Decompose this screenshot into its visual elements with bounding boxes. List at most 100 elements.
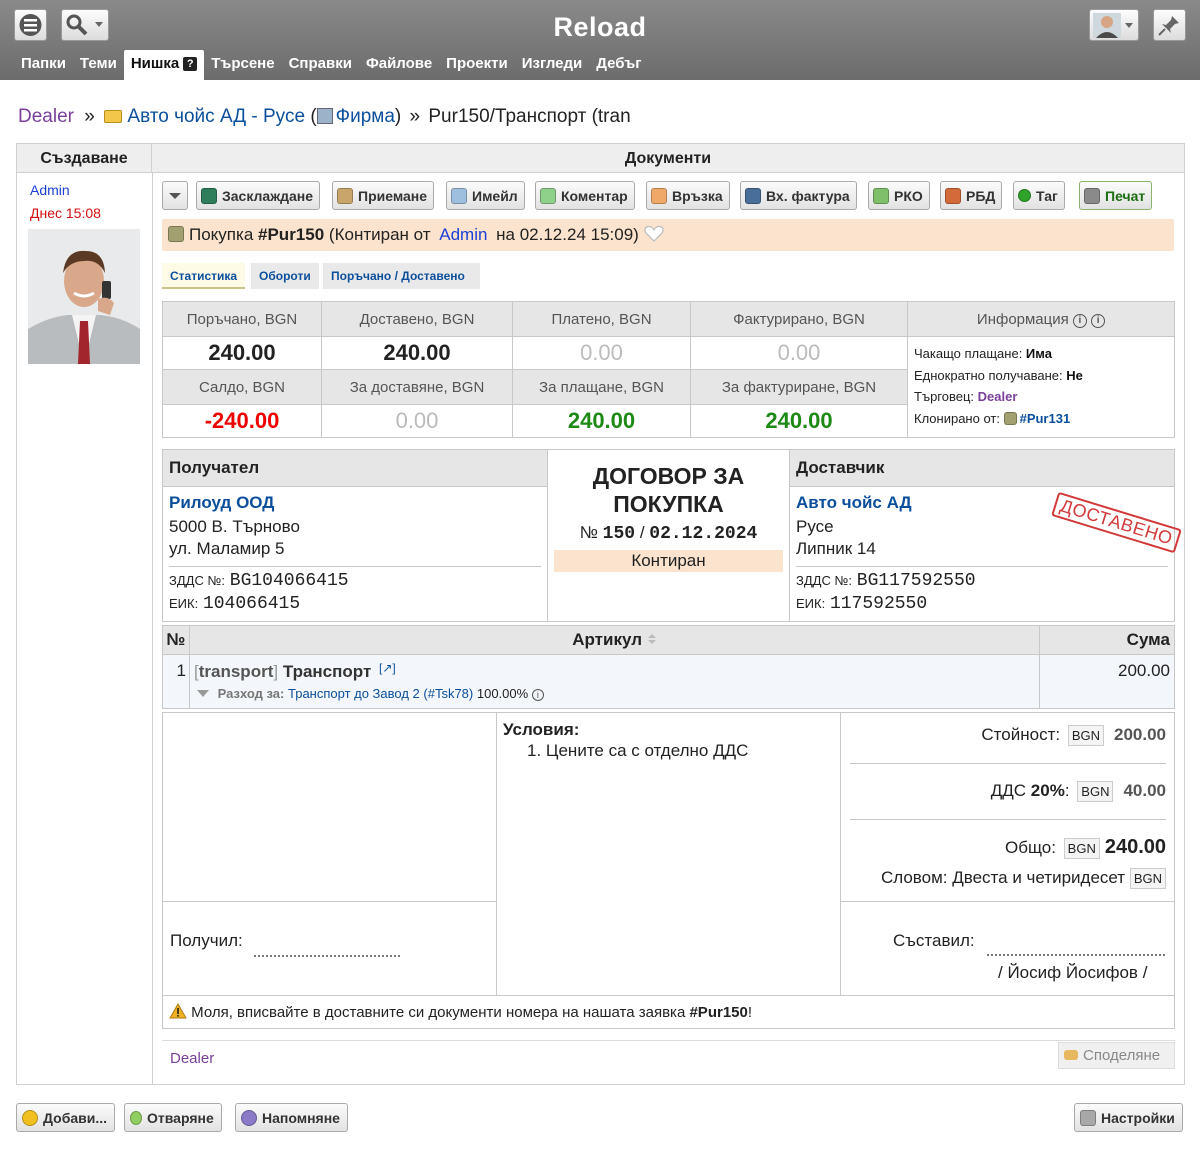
company-icon <box>316 108 333 124</box>
nav-item-folders[interactable]: Папки <box>14 50 73 80</box>
contract-box: ДОГОВОР ЗА ПОКУПКА № 150 / 02.12.2024 Ко… <box>547 449 790 622</box>
toolbar-button-rko[interactable]: РКО <box>868 181 930 210</box>
help-icon[interactable]: ? <box>183 57 198 71</box>
collapse-icon[interactable] <box>196 689 210 698</box>
purchase-icon <box>168 226 184 242</box>
toolbar-button-rbd[interactable]: РБД <box>940 181 1003 210</box>
toolbar-button-stock[interactable]: Засклаждане <box>196 181 321 210</box>
stat-value-ordered: 240.00 <box>162 336 322 370</box>
totals-cell: Стойност: BGN 200.00 ДДС 20%: BGN 40.00 Об… <box>840 712 1175 902</box>
nav-item-thread[interactable]: Нишка? <box>123 50 205 80</box>
supplier-heading: Доставчик <box>790 450 1174 487</box>
toolbar-button-email[interactable]: Имейл <box>446 181 525 210</box>
footer-user-link[interactable]: Dealer <box>170 1050 214 1067</box>
info-header: Информация i i <box>907 301 1175 337</box>
stat-value-delivered: 240.00 <box>321 336 513 370</box>
breadcrumb-current: Pur150/Транспорт (tran <box>428 106 631 127</box>
dealer-link[interactable]: Dealer <box>978 389 1018 404</box>
toolbar-button-tag[interactable]: Таг <box>1013 181 1065 210</box>
nav-item-files[interactable]: Файлове <box>359 50 439 80</box>
more-actions-button[interactable] <box>162 181 188 210</box>
user-menu-button[interactable] <box>1089 9 1139 41</box>
info-icon[interactable]: i <box>531 689 544 701</box>
settings-button[interactable]: Настройки <box>1074 1103 1183 1132</box>
row-code: transport <box>198 662 274 681</box>
heart-icon[interactable] <box>643 225 664 242</box>
purchase-icon <box>1003 411 1017 425</box>
stat-value-to-invoice: 240.00 <box>690 404 908 438</box>
nav-item-topics[interactable]: Теми <box>73 50 124 80</box>
toolbar-button-comment[interactable]: Коментар <box>535 181 635 210</box>
recipient-address1: 5000 В. Търново <box>169 517 300 536</box>
contract-date: 02.12.2024 <box>649 524 758 544</box>
folder-icon <box>104 110 123 123</box>
contract-status: Контиран <box>554 550 783 572</box>
add-button[interactable]: Добави... <box>16 1103 116 1132</box>
breadcrumb-folder[interactable]: Авто чойс АД - Русе <box>127 106 305 127</box>
stat-header-delivered: Доставено, BGN <box>321 301 513 337</box>
supplier-address2: Липник 14 <box>796 539 876 558</box>
nav-item-reports[interactable]: Справки <box>282 50 359 80</box>
tab-ordered-delivered[interactable]: Поръчано / Доставено <box>323 263 480 289</box>
nav-item-search[interactable]: Търсене <box>204 50 281 80</box>
contract-title-line1: ДОГОВОР ЗА <box>592 463 745 489</box>
total-in-words: Двеста и четиридесет <box>952 868 1126 887</box>
cash-out-icon <box>873 187 889 204</box>
divider <box>850 819 1166 820</box>
recipient-name[interactable]: Рилоуд ООД <box>163 487 547 513</box>
link-icon <box>651 187 667 204</box>
open-link-icon[interactable]: [↗] <box>379 661 396 675</box>
toolbar-button-print[interactable]: Печат <box>1079 181 1153 210</box>
nav-item-views[interactable]: Изгледи <box>515 50 590 80</box>
stat-header-to-deliver: За доставяне, BGN <box>321 369 513 405</box>
breadcrumb-root[interactable]: Dealer <box>18 106 74 127</box>
received-cell: Получил: <box>162 901 497 996</box>
notice: Моля, вписвайте в доставните си документ… <box>162 995 1175 1029</box>
col-article-header[interactable]: Артикул <box>189 625 1040 655</box>
tab-statistics[interactable]: Статистика <box>162 263 246 289</box>
info-panel: Чакащо плащане: Има Еднократно получаван… <box>907 336 1175 438</box>
share-button[interactable]: Споделяне <box>1058 1042 1175 1069</box>
comment-icon <box>540 187 556 204</box>
divider <box>169 566 541 567</box>
stat-value-balance: -240.00 <box>162 404 322 438</box>
contract-number: 150 <box>602 524 636 544</box>
supplier-box: Доставчик Авто чойс АД Русе Липник 14 ЗД… <box>789 449 1182 622</box>
vat-rate: 20% <box>1030 781 1065 800</box>
nav-item-debug[interactable]: Дебъг <box>589 50 648 80</box>
info-icon[interactable]: i <box>1072 313 1087 328</box>
recipient-address2: ул. Маламир 5 <box>169 539 285 558</box>
pin-button[interactable] <box>1153 9 1186 41</box>
printer-icon <box>1084 187 1100 204</box>
toolbar-button-accept[interactable]: Приемане <box>332 181 435 210</box>
composed-signature-line <box>987 954 1165 956</box>
breadcrumb-folder-type[interactable]: Фирма <box>336 106 395 127</box>
star-icon <box>22 1109 38 1126</box>
top-bar: Reload Папки Теми Нишка? Търсене Справки… <box>0 0 1200 80</box>
nav-item-projects[interactable]: Проекти <box>439 50 515 80</box>
document-user-link[interactable]: Admin <box>439 225 487 244</box>
sidebar-header: Създаване <box>17 144 152 173</box>
author-link[interactable]: Admin <box>30 182 70 198</box>
col-number-header: № <box>162 625 190 655</box>
stat-value-invoiced: 0.00 <box>690 336 908 370</box>
info-icon[interactable]: i <box>1091 313 1106 328</box>
stat-header-ordered: Поръчано, BGN <box>162 301 322 337</box>
tag-icon <box>1018 189 1031 202</box>
expense-link[interactable]: Транспорт до Завод 2 (#Tsk78) <box>288 686 473 701</box>
author-photo <box>28 229 140 364</box>
stat-header-invoiced: Фактурирано, BGN <box>690 301 908 337</box>
pin-icon <box>1158 16 1179 36</box>
recipient-vat: BG104066415 <box>229 571 349 591</box>
reminder-button[interactable]: Напомняне <box>235 1103 348 1132</box>
clock-icon <box>241 1109 257 1126</box>
contract-title-line2: ПОКУПКА <box>613 491 724 517</box>
bulb-icon <box>130 1110 142 1125</box>
warning-icon <box>169 1002 187 1019</box>
toolbar-button-incoming-invoice[interactable]: Вх. фактура <box>740 181 857 210</box>
tab-turnovers[interactable]: Обороти <box>251 263 319 289</box>
cloned-from-link[interactable]: #Pur131 <box>1020 411 1071 426</box>
recipient-box: Получател Рилоуд ООД 5000 В. Търново ул.… <box>162 449 548 622</box>
open-button[interactable]: Отваряне <box>124 1103 222 1132</box>
toolbar-button-link[interactable]: Връзка <box>646 181 730 210</box>
